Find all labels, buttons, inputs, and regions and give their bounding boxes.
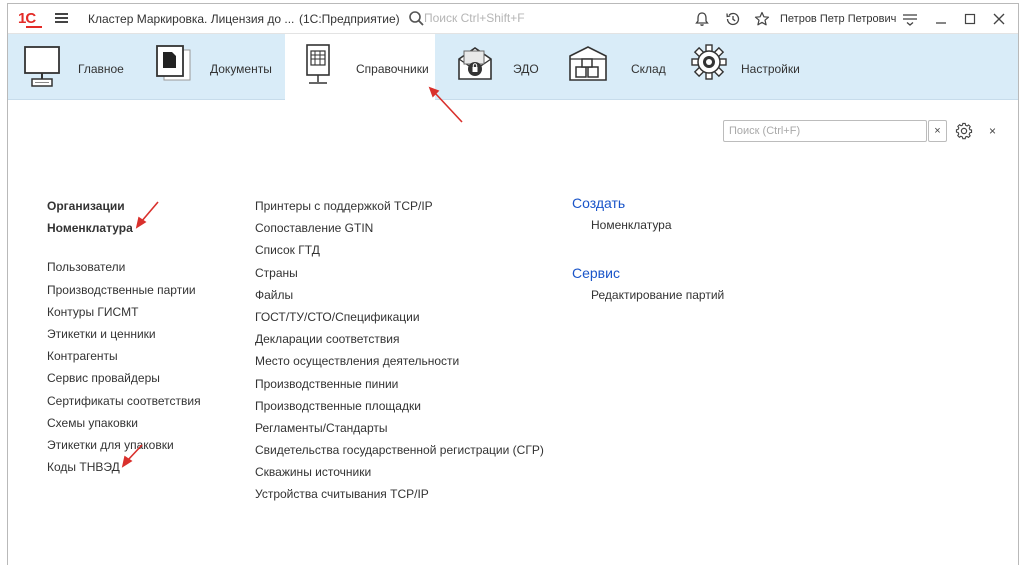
gear-icon[interactable] — [955, 122, 973, 140]
section-warehouse[interactable]: Склад — [555, 34, 675, 100]
list-item[interactable]: Скважины источники — [255, 465, 544, 487]
list-item[interactable]: Место осуществления деятельности — [255, 354, 544, 376]
list-item[interactable]: Производственные площадки — [255, 399, 544, 421]
list-item[interactable]: Принтеры с поддержкой TCP/IP — [255, 199, 544, 221]
link-nomenclature[interactable]: Номенклатура — [47, 221, 201, 243]
edit-batches-link[interactable]: Редактирование партий — [572, 288, 724, 312]
list-item[interactable]: Сервис провайдеры — [47, 371, 201, 393]
list-item[interactable]: Сопоставление GTIN — [255, 221, 544, 243]
logo-1c: 1С — [18, 10, 42, 28]
more-menu-icon[interactable] — [902, 11, 918, 27]
list-item[interactable]: Декларации соответствия — [255, 332, 544, 354]
history-icon[interactable] — [724, 10, 742, 28]
section-label: Главное — [78, 62, 124, 76]
edo-icon — [458, 47, 492, 80]
global-search-input[interactable] — [424, 11, 624, 25]
warehouse-icon — [569, 46, 607, 81]
minimize-icon[interactable] — [933, 11, 949, 27]
list-item[interactable]: Производственные партии — [47, 283, 201, 305]
link-organizations[interactable]: Организации — [47, 199, 201, 221]
section-label: Склад — [631, 62, 666, 76]
section-label: Документы — [210, 62, 272, 76]
actions-column: Создать Номенклатура Сервис Редактирован… — [572, 194, 724, 312]
list-item[interactable]: Свидетельства государственной регистраци… — [255, 443, 544, 465]
list-item[interactable]: Контрагенты — [47, 349, 201, 371]
section-documents[interactable]: Документы — [138, 34, 284, 100]
section-label: Настройки — [741, 62, 800, 76]
search-clear-button[interactable]: × — [928, 120, 947, 142]
catalog-column-2: Принтеры с поддержкой TCP/IP Сопоставлен… — [255, 199, 544, 510]
create-nomenclature-link[interactable]: Номенклатура — [572, 218, 724, 242]
list-item[interactable]: Этикетки для упаковки — [47, 438, 201, 460]
section-edo[interactable]: ЭДО — [445, 34, 555, 100]
search-icon[interactable] — [408, 10, 425, 27]
list-item[interactable]: Этикетки и ценники — [47, 327, 201, 349]
main-menu-icon[interactable] — [55, 11, 69, 25]
maximize-icon[interactable] — [962, 11, 978, 27]
list-item[interactable]: Сертификаты соответствия — [47, 394, 201, 416]
group-title-service: Сервис — [572, 265, 620, 281]
settings-gear-icon — [691, 44, 727, 80]
section-label: ЭДО — [513, 62, 539, 76]
section-main[interactable]: Главное — [8, 34, 138, 100]
content-search-input[interactable] — [723, 120, 927, 142]
content-area: × × Организации Номенклатура Пользовател… — [8, 101, 1018, 566]
list-item[interactable]: Устройства считывания TCP/IP — [255, 487, 544, 509]
list-item[interactable]: Производственные пинии — [255, 377, 544, 399]
title-bar: 1С Кластер Маркировка. Лицензия до ... (… — [8, 4, 1018, 34]
list-item[interactable]: Пользователи — [47, 260, 201, 282]
section-catalogs[interactable]: Справочники — [285, 34, 435, 100]
list-item[interactable]: ГОСТ/ТУ/СТО/Спецификации — [255, 310, 544, 332]
catalog-icon — [306, 44, 330, 84]
window-title: Кластер Маркировка. Лицензия до ... — [88, 12, 295, 26]
current-user[interactable]: Петров Петр Петрович — [780, 13, 896, 25]
section-panel: Главное Документы Справочники ЭДО Склад … — [8, 34, 1018, 100]
app-name: (1С:Предприятие) — [299, 12, 400, 26]
section-label: Справочники — [356, 62, 429, 76]
list-item[interactable]: Схемы упаковки — [47, 416, 201, 438]
star-icon[interactable] — [753, 10, 771, 28]
list-item[interactable]: Регламенты/Стандарты — [255, 421, 544, 443]
link-tnved-codes[interactable]: Коды ТНВЭД — [47, 460, 201, 482]
monitor-icon — [24, 46, 60, 87]
list-item[interactable]: Список ГТД — [255, 243, 544, 265]
content-close-button[interactable]: × — [989, 125, 996, 137]
list-item[interactable]: Страны — [255, 266, 544, 288]
catalog-column-1: Организации Номенклатура Пользователи Пр… — [47, 199, 201, 482]
section-settings[interactable]: Настройки — [675, 34, 805, 100]
app-window: 1С Кластер Маркировка. Лицензия до ... (… — [7, 3, 1019, 566]
list-item[interactable]: Контуры ГИСМТ — [47, 305, 201, 327]
group-title-create: Создать — [572, 195, 626, 211]
documents-icon — [156, 45, 191, 81]
bell-icon[interactable] — [693, 10, 711, 28]
list-item[interactable]: Файлы — [255, 288, 544, 310]
close-icon[interactable] — [991, 11, 1007, 27]
